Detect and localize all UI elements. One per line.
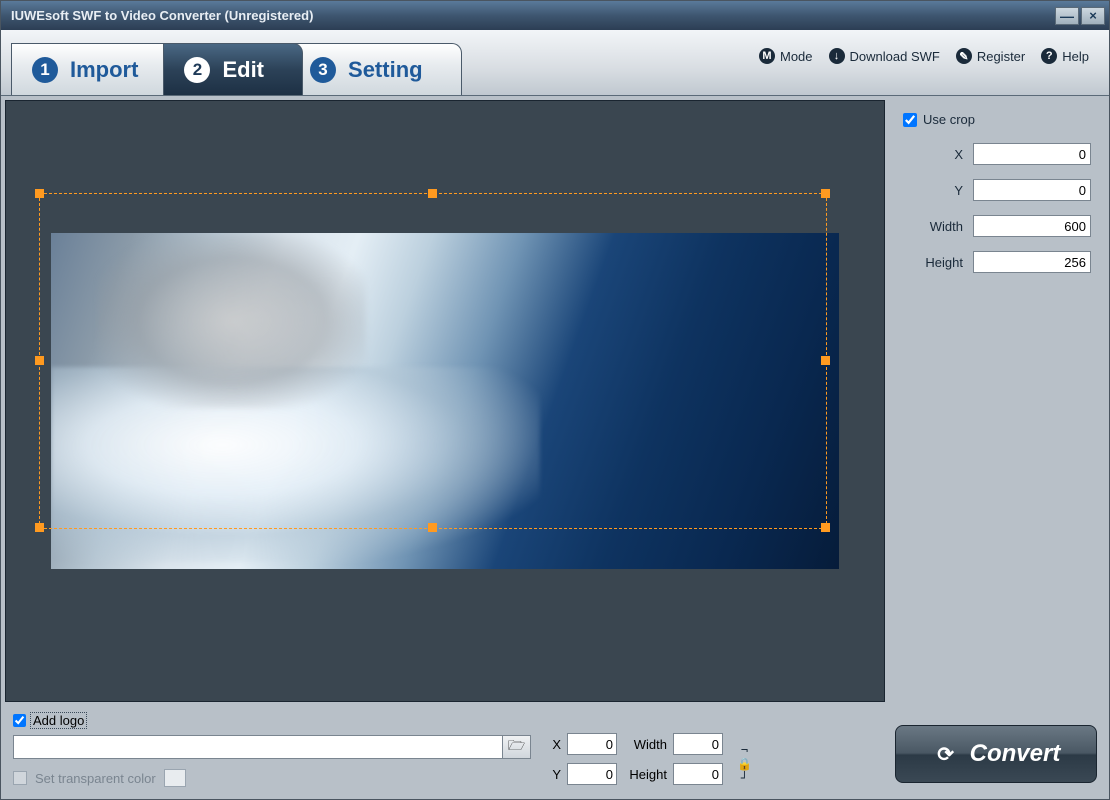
transparent-color-checkbox[interactable]	[13, 771, 27, 785]
bottom-panel: Add logo 🗁 Set transparent color X Width	[1, 706, 1109, 799]
convert-button[interactable]: ⟳ Convert	[895, 725, 1097, 783]
titlebar: IUWEsoft SWF to Video Converter (Unregis…	[1, 1, 1109, 30]
tab-import-number: 1	[32, 57, 58, 83]
minimize-button[interactable]: —	[1055, 7, 1079, 25]
add-logo-label: Add logo	[30, 712, 87, 729]
crop-x-label: X	[915, 147, 963, 162]
crop-height-input[interactable]	[973, 251, 1091, 273]
crop-handle-ne[interactable]	[821, 189, 830, 198]
logo-section: Add logo 🗁 Set transparent color	[13, 712, 533, 787]
transparent-color-swatch[interactable]	[164, 769, 186, 787]
logo-height-label: Height	[623, 767, 667, 782]
crop-width-label: Width	[915, 219, 963, 234]
window-title: IUWEsoft SWF to Video Converter (Unregis…	[11, 8, 1053, 23]
download-icon: ↓	[829, 48, 845, 64]
crop-handle-sw[interactable]	[35, 523, 44, 532]
crop-handle-w[interactable]	[35, 356, 44, 365]
tab-edit[interactable]: 2 Edit	[163, 43, 303, 95]
add-logo-checkbox[interactable]	[13, 714, 26, 727]
app-window: IUWEsoft SWF to Video Converter (Unregis…	[0, 0, 1110, 800]
preview-panel	[5, 100, 885, 702]
tab-import-label: Import	[70, 57, 138, 83]
tab-import[interactable]: 1 Import	[11, 43, 177, 95]
crop-handle-e[interactable]	[821, 356, 830, 365]
crop-x-input[interactable]	[973, 143, 1091, 165]
help-button[interactable]: ? Help	[1041, 48, 1089, 64]
logo-path-input[interactable]	[13, 735, 503, 759]
convert-icon: ⟳	[932, 740, 960, 768]
logo-position-fields: X Width Y Height	[547, 733, 723, 787]
crop-y-label: Y	[915, 183, 963, 198]
crop-handle-se[interactable]	[821, 523, 830, 532]
mode-button[interactable]: M Mode	[759, 48, 813, 64]
register-button[interactable]: ✎ Register	[956, 48, 1025, 64]
use-crop-checkbox[interactable]	[903, 113, 917, 127]
lock-icon: 🔒	[737, 757, 752, 771]
tab-setting-label: Setting	[348, 57, 423, 83]
crop-y-input[interactable]	[973, 179, 1091, 201]
toolbar-links: M Mode ↓ Download SWF ✎ Register ? Help	[759, 38, 1089, 64]
mode-icon: M	[759, 48, 775, 64]
logo-width-label: Width	[623, 737, 667, 752]
crop-height-label: Height	[915, 255, 963, 270]
logo-x-label: X	[547, 737, 561, 752]
preview-image	[51, 233, 839, 569]
crop-handle-s[interactable]	[428, 523, 437, 532]
crop-settings-panel: Use crop X Y Width Height	[889, 100, 1105, 702]
crop-handle-n[interactable]	[428, 189, 437, 198]
browse-logo-button[interactable]: 🗁	[503, 735, 531, 759]
logo-y-input[interactable]	[567, 763, 617, 785]
close-button[interactable]: ×	[1081, 7, 1105, 25]
toolbar: 1 Import 2 Edit 3 Setting M Mode ↓ Downl…	[1, 30, 1109, 96]
main-tabs: 1 Import 2 Edit 3 Setting	[11, 38, 448, 95]
tab-edit-label: Edit	[222, 57, 264, 83]
logo-x-input[interactable]	[567, 733, 617, 755]
aspect-lock[interactable]: ¬ 🔒 ┘	[737, 745, 752, 787]
transparent-color-label: Set transparent color	[35, 771, 156, 786]
convert-label: Convert	[970, 740, 1061, 768]
key-icon: ✎	[956, 48, 972, 64]
use-crop-label: Use crop	[923, 112, 975, 127]
help-icon: ?	[1041, 48, 1057, 64]
logo-height-input[interactable]	[673, 763, 723, 785]
logo-width-input[interactable]	[673, 733, 723, 755]
crop-width-input[interactable]	[973, 215, 1091, 237]
tab-edit-number: 2	[184, 57, 210, 83]
logo-y-label: Y	[547, 767, 561, 782]
download-swf-button[interactable]: ↓ Download SWF	[829, 48, 940, 64]
content-area: Use crop X Y Width Height	[1, 96, 1109, 706]
crop-handle-nw[interactable]	[35, 189, 44, 198]
folder-icon: 🗁	[508, 735, 525, 759]
